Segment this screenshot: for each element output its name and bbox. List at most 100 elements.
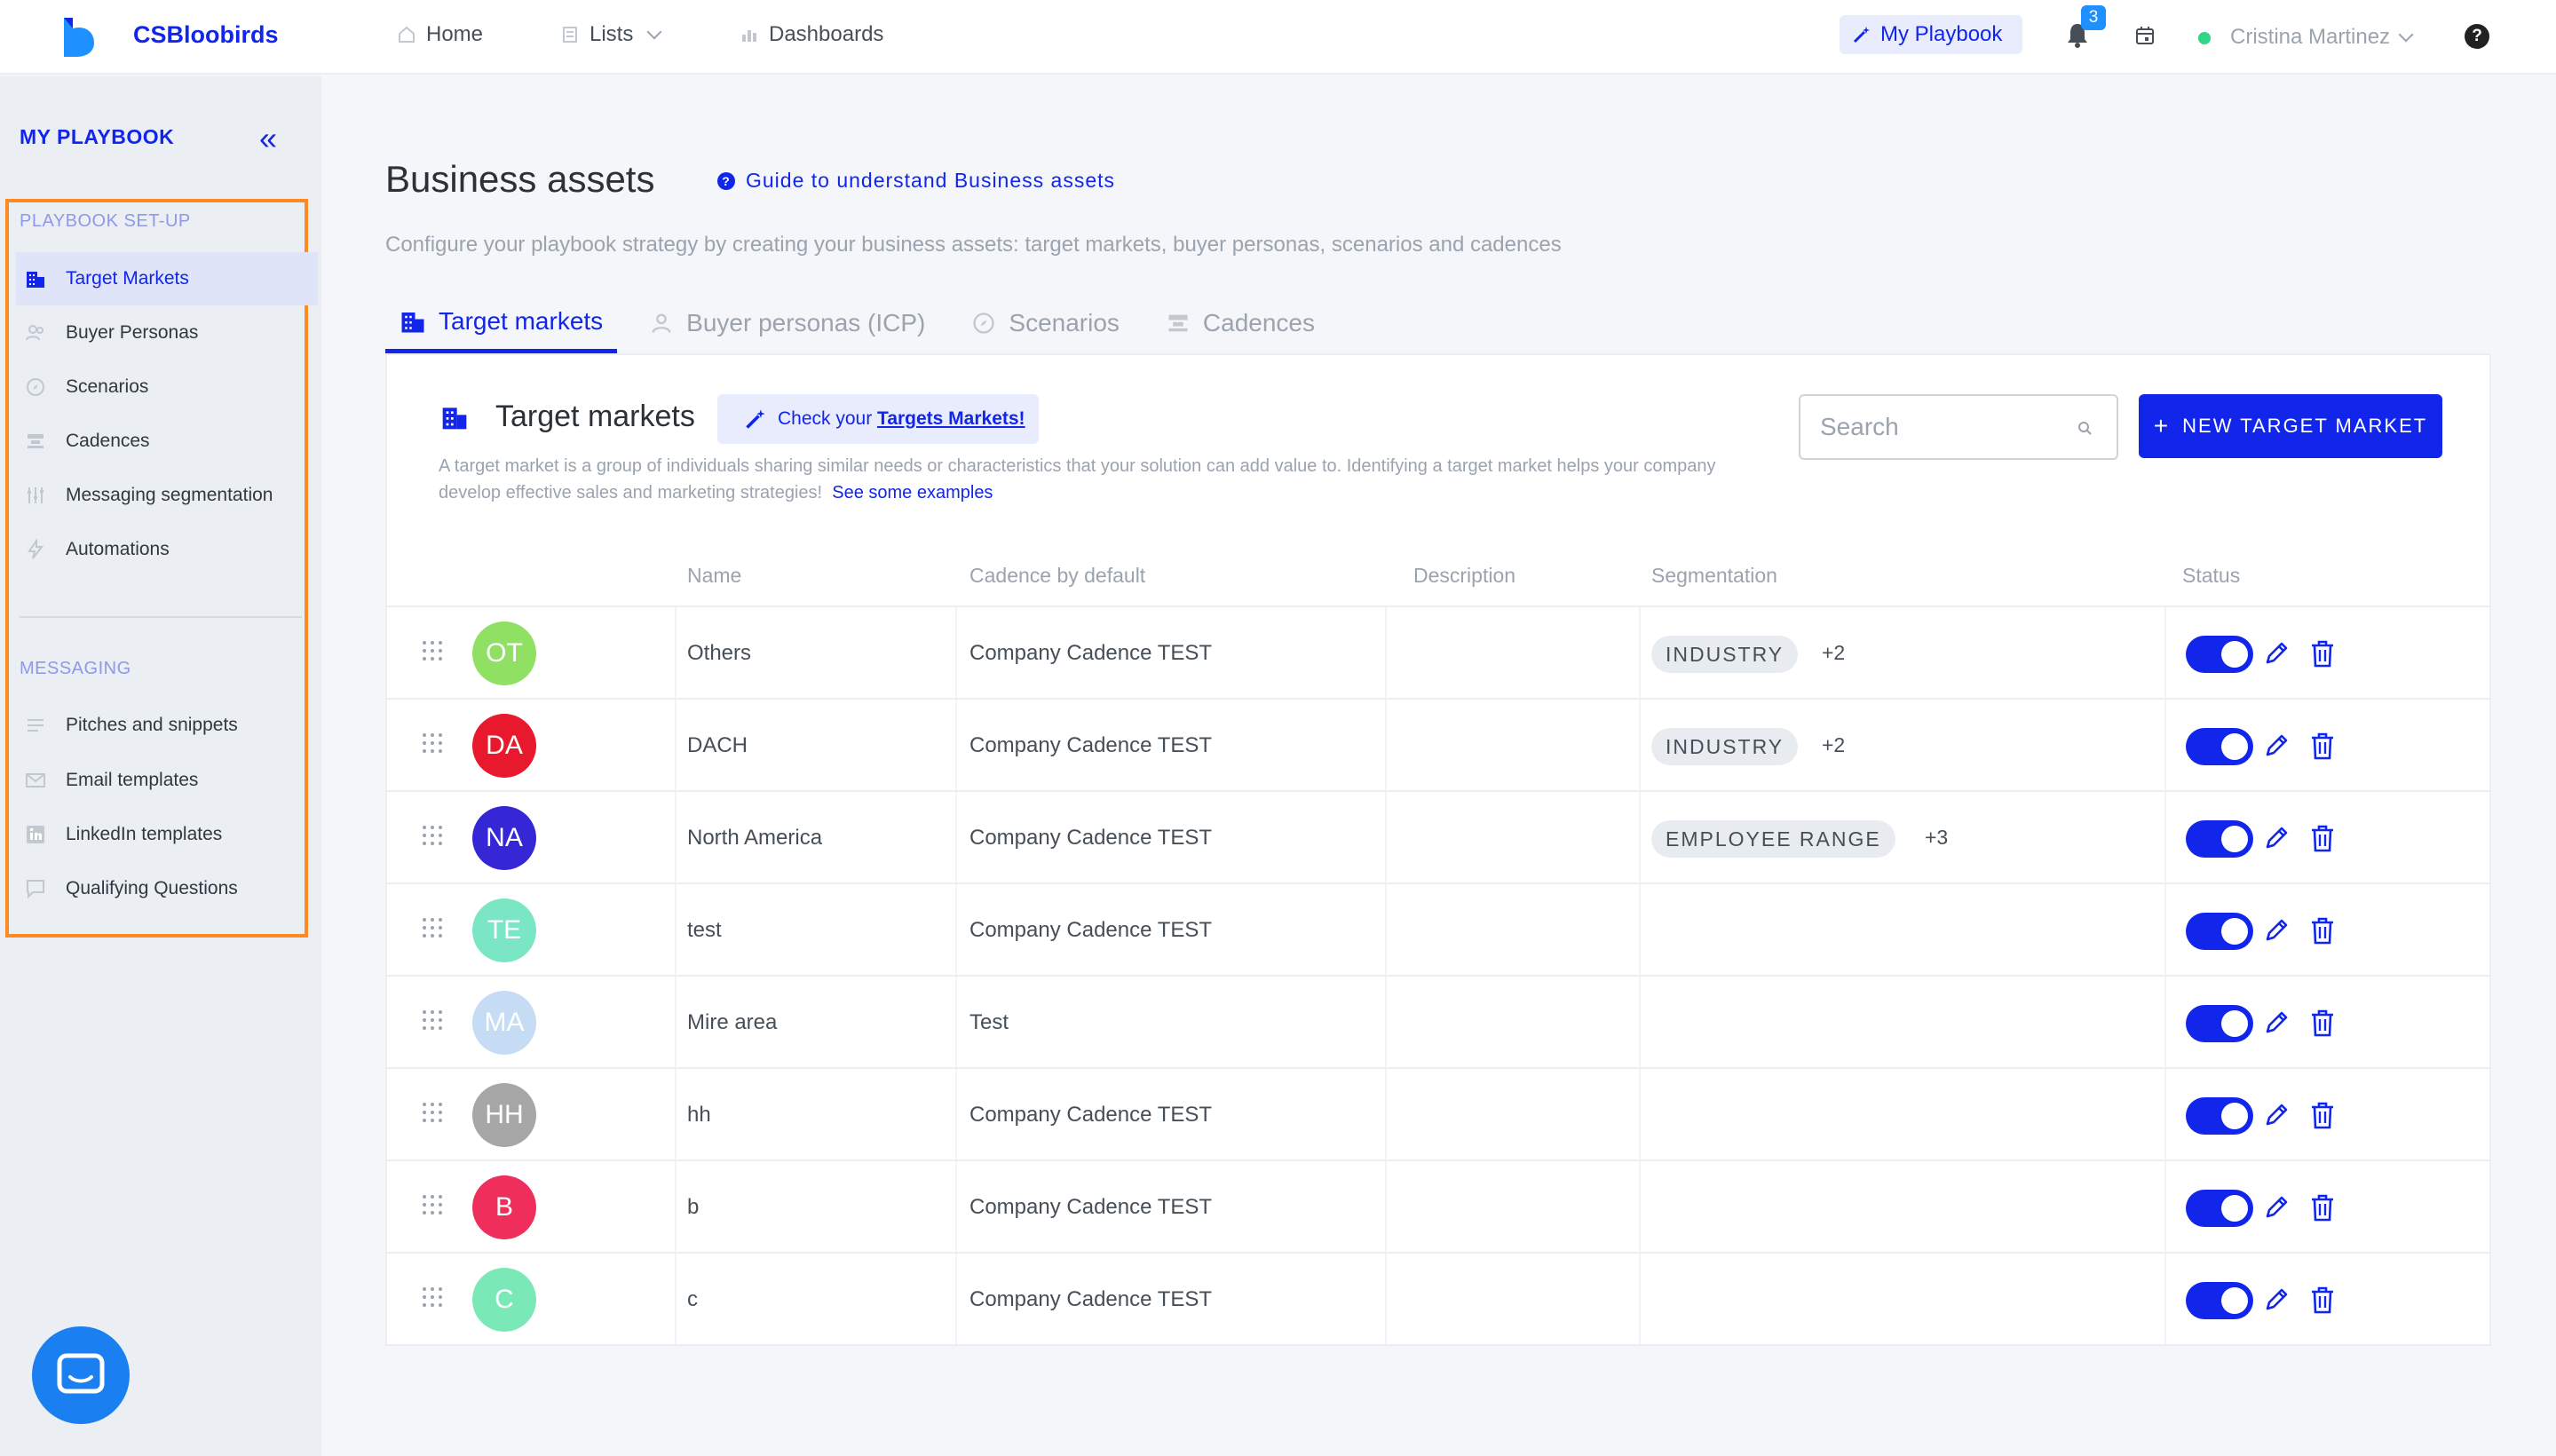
table-row[interactable]: OT Others Company Cadence TEST INDUSTRY +2 bbox=[387, 605, 2489, 698]
drag-handle-icon[interactable] bbox=[423, 1287, 444, 1312]
edit-icon[interactable] bbox=[2262, 824, 2291, 852]
trash-icon[interactable] bbox=[2310, 732, 2335, 760]
check-target-markets-button[interactable]: Check your Targets Markets! bbox=[717, 394, 1039, 444]
trash-icon[interactable] bbox=[2310, 1286, 2335, 1314]
avatar: HH bbox=[472, 1083, 536, 1147]
chat-launcher-button[interactable] bbox=[32, 1326, 130, 1424]
search-icon bbox=[2078, 422, 2092, 435]
table-row[interactable]: HH hh Company Cadence TEST bbox=[387, 1067, 2489, 1159]
segmentation-more-count[interactable]: +2 bbox=[1822, 733, 1845, 757]
calendar-icon[interactable] bbox=[2134, 25, 2156, 46]
chevron-down-icon bbox=[646, 24, 662, 40]
segmentation-tag: INDUSTRY bbox=[1651, 728, 1799, 765]
tab-target-markets[interactable]: Target markets bbox=[385, 293, 618, 353]
check-link[interactable]: Targets Markets! bbox=[877, 408, 1025, 429]
status-toggle[interactable] bbox=[2186, 1097, 2253, 1135]
trash-icon[interactable] bbox=[2310, 916, 2335, 945]
sidebar-item-pitches[interactable]: Pitches and snippets bbox=[16, 699, 318, 752]
tab-cadences[interactable]: Cadences bbox=[1151, 293, 1329, 353]
market-name: DACH bbox=[687, 733, 748, 757]
sidebar-item-linkedin-templates[interactable]: LinkedIn templates bbox=[16, 808, 318, 861]
edit-icon[interactable] bbox=[2262, 1101, 2291, 1129]
edit-icon[interactable] bbox=[2262, 639, 2291, 668]
nav-home-label: Home bbox=[426, 22, 484, 46]
cell-divider bbox=[675, 607, 677, 698]
cell-divider bbox=[1385, 792, 1387, 882]
table-row[interactable]: Bb Company Cadence TEST bbox=[387, 1159, 2489, 1252]
cell-divider bbox=[675, 1161, 677, 1252]
sidebar-item-cadences[interactable]: Cadences bbox=[16, 415, 318, 468]
drag-handle-icon[interactable] bbox=[423, 1010, 444, 1035]
see-examples-link[interactable]: See some examples bbox=[832, 483, 993, 502]
tab-scenarios[interactable]: Scenarios bbox=[957, 293, 1134, 353]
guide-link[interactable]: ? Guide to understand Business assets bbox=[717, 169, 1115, 193]
drag-handle-icon[interactable] bbox=[423, 733, 444, 758]
drag-handle-icon[interactable] bbox=[423, 1103, 444, 1128]
nav-home[interactable]: Home bbox=[398, 22, 483, 47]
online-status-dot bbox=[2198, 32, 2211, 44]
status-toggle[interactable] bbox=[2186, 913, 2253, 950]
table-row[interactable]: TE test Company Cadence TEST bbox=[387, 882, 2489, 975]
user-menu[interactable]: Cristina Martinez bbox=[2230, 25, 2414, 50]
status-toggle[interactable] bbox=[2186, 636, 2253, 673]
status-toggle[interactable] bbox=[2186, 728, 2253, 765]
user-name-label: Cristina Martinez bbox=[2230, 25, 2391, 49]
market-name: Mire area bbox=[687, 1010, 778, 1034]
table-row[interactable]: Cc Company Cadence TEST bbox=[387, 1252, 2489, 1344]
sidebar-item-messaging-segmentation[interactable]: Messaging segmentation bbox=[16, 469, 318, 522]
cell-divider bbox=[675, 1254, 677, 1344]
table-row[interactable]: NA North America Company Cadence TEST EMPLO… bbox=[387, 790, 2489, 882]
edit-icon[interactable] bbox=[2262, 732, 2291, 760]
check-prefix: Check your bbox=[778, 408, 878, 429]
nav-lists-label: Lists bbox=[590, 22, 634, 46]
status-toggle[interactable] bbox=[2186, 1190, 2253, 1227]
bloobirds-logo-icon[interactable] bbox=[60, 16, 96, 57]
top-navbar: CSBloobirds Home Lists Dashboards My Pla… bbox=[0, 0, 2556, 75]
edit-icon[interactable] bbox=[2262, 916, 2291, 945]
drag-handle-icon[interactable] bbox=[423, 826, 444, 851]
sidebar-item-automations[interactable]: Automations bbox=[16, 523, 318, 576]
status-toggle[interactable] bbox=[2186, 1005, 2253, 1042]
nav-dashboards-label: Dashboards bbox=[769, 22, 884, 46]
brand-name[interactable]: CSBloobirds bbox=[133, 21, 279, 49]
drag-handle-icon[interactable] bbox=[423, 918, 444, 943]
sidebar-item-target-markets[interactable]: Target Markets bbox=[16, 252, 318, 305]
edit-icon[interactable] bbox=[2262, 1286, 2291, 1314]
table-header: Name Cadence by default Description Segm… bbox=[387, 555, 2489, 599]
status-toggle[interactable] bbox=[2186, 820, 2253, 858]
collapse-sidebar-icon[interactable]: « bbox=[259, 123, 277, 154]
cell-divider bbox=[1639, 884, 1641, 975]
sidebar-item-buyer-personas[interactable]: Buyer Personas bbox=[16, 306, 318, 360]
segmentation-tag: EMPLOYEE RANGE bbox=[1651, 820, 1895, 858]
page-title: Business assets bbox=[385, 158, 655, 200]
trash-icon[interactable] bbox=[2310, 1009, 2335, 1037]
table-row[interactable]: MA Mire area Test bbox=[387, 975, 2489, 1067]
drag-handle-icon[interactable] bbox=[423, 641, 444, 666]
new-target-market-button[interactable]: + NEW TARGET MARKET bbox=[2139, 394, 2442, 458]
trash-icon[interactable] bbox=[2310, 1101, 2335, 1129]
table-row[interactable]: DA DACH Company Cadence TEST INDUSTRY +2 bbox=[387, 698, 2489, 790]
sidebar-item-label: LinkedIn templates bbox=[66, 824, 223, 844]
status-toggle[interactable] bbox=[2186, 1282, 2253, 1319]
drag-handle-icon[interactable] bbox=[423, 1195, 444, 1220]
sidebar-item-qualifying-questions[interactable]: Qualifying Questions bbox=[16, 862, 318, 915]
trash-icon[interactable] bbox=[2310, 824, 2335, 852]
sidebar-item-scenarios[interactable]: Scenarios bbox=[16, 360, 318, 414]
edit-icon[interactable] bbox=[2262, 1193, 2291, 1222]
header-status: Status bbox=[2182, 564, 2241, 587]
sidebar-item-email-templates[interactable]: Email templates bbox=[16, 754, 318, 807]
trash-icon[interactable] bbox=[2310, 639, 2335, 668]
compass-icon bbox=[27, 378, 44, 396]
sidebar-item-label: Qualifying Questions bbox=[66, 878, 238, 898]
trash-icon[interactable] bbox=[2310, 1193, 2335, 1222]
target-markets-card: Target markets Check your Targets Market… bbox=[385, 353, 2491, 1346]
tab-buyer-personas[interactable]: Buyer personas (ICP) bbox=[635, 293, 939, 353]
segmentation-more-count[interactable]: +2 bbox=[1822, 641, 1845, 665]
nav-lists[interactable]: Lists bbox=[561, 22, 662, 47]
my-playbook-button[interactable]: My Playbook bbox=[1840, 15, 2022, 54]
help-icon[interactable]: ? bbox=[2465, 24, 2489, 49]
nav-dashboards[interactable]: Dashboards bbox=[740, 22, 883, 47]
segmentation-more-count[interactable]: +3 bbox=[1925, 826, 1948, 850]
edit-icon[interactable] bbox=[2262, 1009, 2291, 1037]
search-input[interactable]: Search bbox=[1799, 394, 2118, 460]
